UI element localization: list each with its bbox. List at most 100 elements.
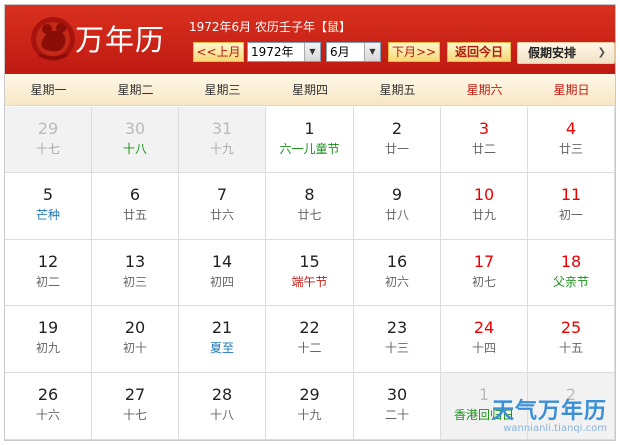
day-number: 29 [299,385,320,404]
day-number: 14 [211,252,233,271]
lunar-date-label: 父亲节 [552,275,589,289]
lunar-date-label: 十五 [558,341,583,355]
day-cell[interactable]: 28 十八 [179,373,266,440]
day-cell[interactable]: 5 芒种 [5,173,92,240]
day-number: 15 [299,252,320,271]
day-number: 12 [37,252,59,271]
calendar-grid: 29 十七 30 十八 31 十九 1 六一儿童节 2 廿一 3 廿二 4 廿三 5 芒种 6 廿五 7 廿六 8 廿七 9… [5,107,615,440]
day-cell[interactable]: 30 十八 [92,107,179,173]
day-cell[interactable]: 26 十六 [5,373,92,440]
weekday-header: 星期一 星期二 星期三 星期四 星期五 星期六 星期日 [5,74,615,106]
day-cell[interactable]: 4 廿三 [528,107,615,173]
day-cell[interactable]: 11 初一 [528,173,615,240]
day-cell[interactable]: 25 十五 [528,306,615,373]
day-number: 19 [37,318,59,337]
weekday-label: 星期一 [30,83,67,97]
day-cell[interactable]: 22 十二 [266,306,354,373]
day-cell[interactable]: 31 十九 [179,107,266,173]
day-cell[interactable]: 3 廿二 [441,107,528,173]
day-number: 17 [473,252,495,271]
day-cell[interactable]: 29 十七 [5,107,92,173]
prev-month-button[interactable]: <<上月 [193,42,244,62]
lunar-date-label: 廿八 [384,208,409,222]
chevron-down-icon: ▼ [304,43,320,61]
lunar-date-label: 廿六 [209,208,234,222]
day-cell[interactable]: 12 初二 [5,240,92,306]
day-number: 7 [216,185,228,204]
day-cell[interactable]: 15 端午节 [266,240,354,306]
day-cell[interactable]: 6 廿五 [92,173,179,240]
month-select-value: 6月 [330,45,350,59]
day-cell[interactable]: 17 初七 [441,240,528,306]
day-number: 28 [211,385,233,404]
chevron-down-icon: ❯ [597,47,606,58]
day-number: 23 [386,318,408,337]
calendar-widget: 万年历 1972年6月 农历壬子年【鼠】 <<上月 1972年 ▼ 6月 ▼ 下… [4,4,616,441]
lunar-date-label: 初十 [122,341,147,355]
day-number: 11 [560,185,582,204]
lunar-date-label: 二十 [384,408,409,422]
lunar-date-label: 廿七 [297,208,322,222]
day-number: 1 [304,119,315,138]
holiday-schedule-dropdown[interactable]: 假期安排 ❯ [517,42,615,64]
day-cell[interactable]: 1 六一儿童节 [266,107,354,173]
day-cell[interactable]: 29 十九 [266,373,354,440]
day-cell[interactable]: 8 廿七 [266,173,354,240]
next-month-button[interactable]: 下月>> [388,42,440,62]
day-number: 24 [473,318,495,337]
day-cell[interactable]: 2 廿一 [354,107,441,173]
day-cell[interactable]: 30 二十 [354,373,441,440]
day-cell[interactable]: 18 父亲节 [528,240,615,306]
day-number: 8 [304,185,315,204]
day-cell[interactable]: 24 十四 [441,306,528,373]
year-select-value: 1972年 [251,45,294,59]
lunar-date-label: 初一 [558,208,583,222]
lunar-date-label: 端午节 [291,275,328,289]
weekday-label: 星期三 [204,83,241,97]
day-cell[interactable]: 23 十三 [354,306,441,373]
day-number: 27 [124,385,146,404]
day-cell[interactable]: 20 初十 [92,306,179,373]
lunar-date-label: 芒种 [35,208,60,222]
lunar-date-label: 十四 [471,341,496,355]
day-cell[interactable]: 9 廿八 [354,173,441,240]
day-number: 2 [391,119,403,138]
day-number: 30 [124,119,146,138]
weekday-label: 星期六 [466,83,503,97]
day-number: 13 [124,252,146,271]
day-cell[interactable]: 19 初九 [5,306,92,373]
day-cell[interactable]: 21 夏至 [179,306,266,373]
day-number: 10 [473,185,495,204]
day-cell[interactable]: 27 十七 [92,373,179,440]
day-number: 3 [478,119,490,138]
lunar-date-label: 初六 [384,275,409,289]
today-button[interactable]: 返回今日 [447,42,511,62]
lunar-date-label: 十八 [209,408,234,422]
day-number: 5 [42,185,54,204]
lunar-date-label: 十三 [384,341,409,355]
lunar-date-label: 十八 [122,142,147,156]
day-cell[interactable]: 10 廿九 [441,173,528,240]
chevron-down-icon: ▼ [364,43,380,61]
day-cell[interactable]: 13 初三 [92,240,179,306]
watermark-title: 天气万年历 [491,399,607,424]
day-number: 16 [386,252,408,271]
day-number: 6 [129,185,141,204]
lunar-date-label: 十六 [35,408,60,422]
lunar-date-label: 十二 [297,341,322,355]
day-number: 25 [560,318,582,337]
lunar-date-label: 廿一 [384,142,409,156]
day-number: 18 [560,252,582,271]
weekday-label: 星期日 [553,83,590,97]
lunar-date-label: 廿五 [122,208,147,222]
year-select[interactable]: 1972年 ▼ [247,42,321,62]
day-cell[interactable]: 14 初四 [179,240,266,306]
day-cell[interactable]: 16 初六 [354,240,441,306]
lunar-date-label: 十七 [122,408,147,422]
day-number: 21 [211,318,233,337]
month-select[interactable]: 6月 ▼ [326,42,381,62]
day-cell[interactable]: 7 廿六 [179,173,266,240]
lunar-date-label: 初九 [35,341,60,355]
lunar-date-label: 夏至 [209,341,234,355]
watermark-url: wannianli.tianqi.com [503,423,607,434]
